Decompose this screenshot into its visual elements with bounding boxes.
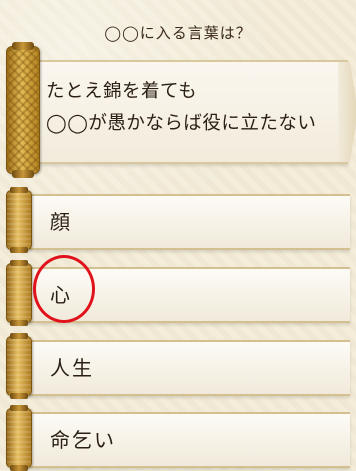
answer-option-1[interactable]: 顔 bbox=[6, 187, 350, 253]
scroll-roller-icon bbox=[6, 42, 40, 178]
scroll-roller-icon bbox=[6, 260, 32, 326]
question-line-2: ◯◯が愚かならば役に立たない bbox=[46, 113, 317, 134]
answer-option-4[interactable]: 命乞い bbox=[6, 405, 350, 471]
question-text: たとえ錦を着ても ◯◯が愚かならば役に立たない bbox=[46, 76, 346, 140]
scroll-roller-icon bbox=[6, 405, 32, 471]
instruction-text: ◯◯に入る言葉は？ bbox=[104, 24, 252, 42]
answer-label: 顔 bbox=[50, 210, 72, 234]
scroll-roller-icon bbox=[6, 333, 32, 399]
answer-option-3[interactable]: 人生 bbox=[6, 333, 350, 399]
answer-label: 心 bbox=[50, 283, 72, 307]
answer-label: 人生 bbox=[50, 356, 94, 380]
scroll-roller-icon bbox=[6, 187, 32, 253]
answer-option-2[interactable]: 心 bbox=[6, 260, 350, 326]
answer-label: 命乞い bbox=[50, 428, 116, 452]
question-line-1: たとえ錦を着ても bbox=[46, 81, 198, 102]
question-scroll: たとえ錦を着ても ◯◯が愚かならば役に立たない bbox=[6, 42, 350, 178]
